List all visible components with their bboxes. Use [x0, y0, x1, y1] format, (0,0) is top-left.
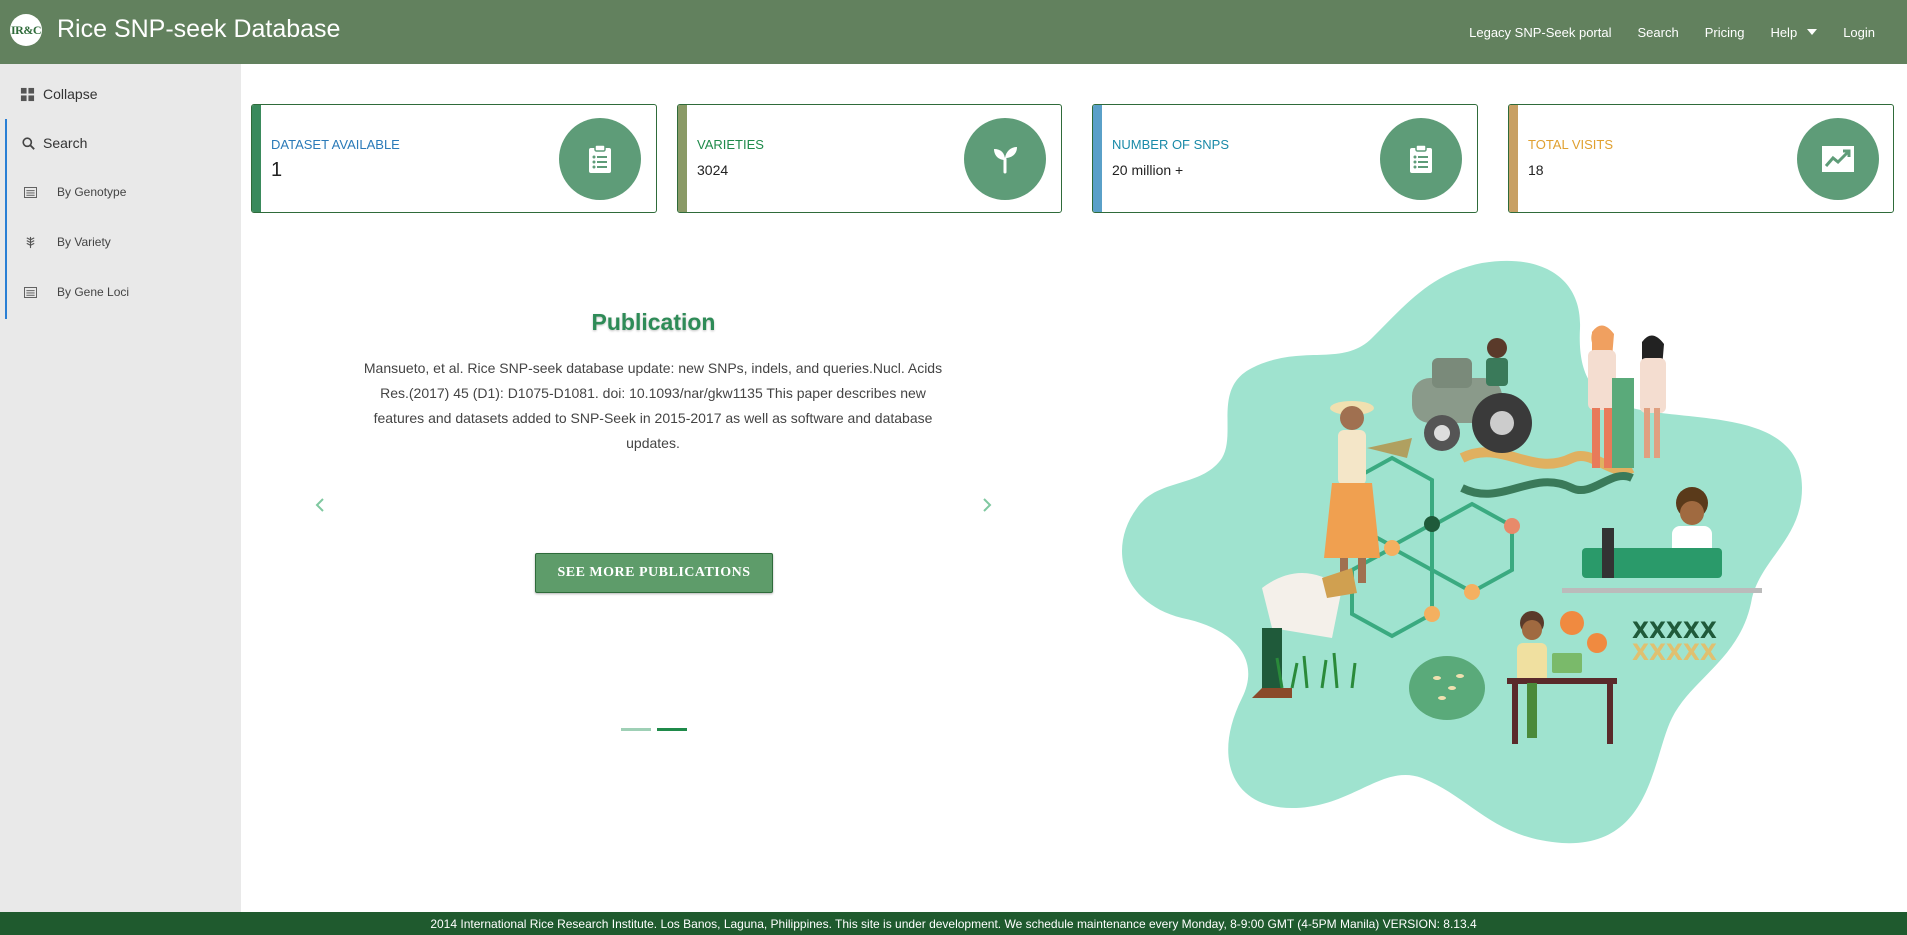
nav-legacy-portal[interactable]: Legacy SNP-Seek portal — [1456, 25, 1624, 40]
sidebar-active-indicator — [5, 119, 7, 319]
clipboard-list-icon — [559, 118, 641, 200]
stat-value: 3024 — [697, 162, 729, 178]
carousel-indicator-2[interactable] — [657, 728, 687, 731]
nav-help-dropdown[interactable]: Help — [1757, 25, 1830, 40]
search-icon — [22, 136, 35, 150]
stat-value: 1 — [271, 159, 283, 181]
stat-title: TOTAL VISITS — [1528, 137, 1614, 152]
seedling-icon — [964, 118, 1046, 200]
site-title[interactable]: Rice SNP-seek Database — [57, 15, 340, 44]
nav-login[interactable]: Login — [1830, 25, 1888, 40]
chevron-right-icon — [983, 498, 992, 512]
nav-pricing[interactable]: Pricing — [1692, 25, 1758, 40]
scientists-group — [1588, 325, 1666, 468]
footer: 2014 International Rice Research Institu… — [0, 912, 1907, 935]
sidebar-search-menu[interactable]: Search — [22, 135, 87, 151]
sidebar-item-by-variety[interactable]: By Variety — [24, 235, 111, 249]
list-icon — [24, 286, 37, 298]
stat-value: 18 — [1528, 162, 1544, 178]
stat-card-varieties: VARIETIES 3024 — [677, 104, 1062, 213]
nav-help-label: Help — [1770, 24, 1798, 40]
sidebar: Collapse Search By Genotype By Variety B… — [0, 64, 241, 912]
see-more-publications-button[interactable]: SEE MORE PUBLICATIONS — [535, 553, 773, 593]
svg-text:XXXXX: XXXXX — [1632, 641, 1717, 666]
rice-pile — [1409, 656, 1485, 720]
carousel-indicator-1[interactable] — [621, 728, 651, 731]
grid-icon — [20, 87, 35, 101]
collapse-label: Collapse — [43, 86, 98, 102]
stat-title: DATASET AVAILABLE — [271, 137, 400, 152]
chevron-down-icon — [1807, 29, 1818, 35]
top-navbar: IR&C Rice SNP-seek Database Legacy SNP-S… — [0, 0, 1907, 64]
stat-card-visits: TOTAL VISITS 18 — [1508, 104, 1894, 213]
sidebar-item-label: By Gene Loci — [57, 285, 130, 299]
stat-card-dataset: DATASET AVAILABLE 1 — [251, 104, 657, 213]
main-nav: Legacy SNP-Seek portal Search Pricing He… — [1456, 0, 1907, 64]
carousel-prev-button[interactable] — [310, 495, 330, 515]
list-icon — [24, 186, 37, 198]
publication-text: Mansueto, et al. Rice SNP-seek database … — [363, 360, 943, 451]
stat-card-snps: NUMBER OF SNPS 20 million + — [1092, 104, 1478, 213]
search-menu-label: Search — [43, 135, 88, 151]
rice-plant-icon — [26, 236, 35, 248]
sidebar-collapse-toggle[interactable]: Collapse — [20, 86, 97, 102]
nav-search[interactable]: Search — [1624, 25, 1691, 40]
research-illustration: XXXXX XXXXX — [1122, 260, 1802, 844]
sidebar-item-by-gene-loci[interactable]: By Gene Loci — [24, 285, 129, 299]
sidebar-item-by-genotype[interactable]: By Genotype — [24, 185, 126, 199]
publication-heading: Publication — [591, 309, 716, 335]
card-accent-stripe — [1509, 105, 1518, 212]
sidebar-item-label: By Variety — [57, 235, 111, 249]
chart-line-icon — [1797, 118, 1879, 200]
stat-value: 20 million + — [1112, 162, 1184, 178]
clipboard-list-icon — [1380, 118, 1462, 200]
chevron-left-icon — [315, 498, 324, 512]
carousel-next-button[interactable] — [977, 495, 997, 515]
stat-title: VARIETIES — [697, 137, 764, 152]
sidebar-item-label: By Genotype — [57, 185, 127, 199]
irric-logo[interactable]: IR&C — [10, 14, 42, 46]
card-accent-stripe — [1093, 105, 1102, 212]
card-accent-stripe — [678, 105, 687, 212]
card-accent-stripe — [252, 105, 261, 212]
stat-title: NUMBER OF SNPS — [1112, 137, 1230, 152]
